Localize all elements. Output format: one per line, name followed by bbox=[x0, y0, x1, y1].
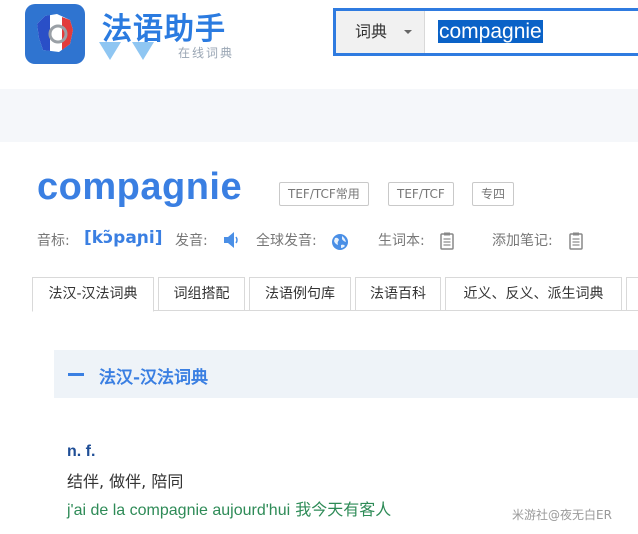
tab-more[interactable] bbox=[626, 277, 638, 311]
logo-decoration bbox=[99, 42, 121, 60]
phonetic: [kɔ̃paɲi] bbox=[84, 228, 163, 248]
note-icon[interactable] bbox=[569, 232, 583, 250]
global-pronounce-label: 全球发音: bbox=[256, 233, 317, 249]
chevron-down-icon bbox=[404, 30, 412, 34]
tab-fr-cn-dictionary[interactable]: 法汉-汉法词典 bbox=[32, 277, 154, 312]
tab-example-sentences[interactable]: 法语例句库 bbox=[249, 277, 351, 311]
tag-tef-tcf-common: TEF/TCF常用 bbox=[279, 182, 369, 206]
headword: compagnie bbox=[37, 166, 243, 208]
section-header[interactable]: 法汉-汉法词典 bbox=[54, 350, 638, 398]
search-mode-label: 词典 bbox=[355, 22, 388, 41]
search-mode-select[interactable]: 词典 bbox=[336, 11, 425, 53]
search-query: compagnie bbox=[438, 20, 543, 43]
logo-decoration bbox=[132, 42, 154, 60]
site-subtitle: 在线词典 bbox=[178, 46, 235, 60]
pronounce-label: 发音: bbox=[175, 233, 208, 249]
add-note-label: 添加笔记: bbox=[492, 233, 553, 249]
tab-synonyms[interactable]: 近义、反义、派生词典 bbox=[445, 277, 622, 311]
search-input[interactable]: compagnie bbox=[426, 11, 638, 53]
phonetic-label: 音标: bbox=[37, 233, 70, 249]
part-of-speech: n. f. bbox=[67, 443, 96, 460]
globe-icon[interactable] bbox=[331, 233, 349, 251]
example-chinese: 我今天有客人 bbox=[295, 500, 392, 519]
watermark: 米游社@夜无白ER bbox=[512, 508, 612, 522]
search-box: 词典 compagnie bbox=[333, 8, 638, 56]
example-sentence: j'ai de la compagnie aujourd'hui 我今天有客人 bbox=[67, 496, 391, 520]
definition: 结伴, 做伴, 陪同 bbox=[67, 472, 184, 491]
logo-icon[interactable] bbox=[25, 4, 85, 64]
example-french: j'ai de la compagnie aujourd'hui bbox=[67, 502, 291, 519]
nav-band bbox=[0, 89, 638, 142]
tab-phrases[interactable]: 词组搭配 bbox=[158, 277, 245, 311]
notebook-icon[interactable] bbox=[440, 232, 454, 250]
tag-tef-tcf: TEF/TCF bbox=[388, 182, 454, 206]
minus-icon[interactable] bbox=[68, 373, 84, 376]
tab-encyclopedia[interactable]: 法语百科 bbox=[355, 277, 441, 311]
section-title: 法汉-汉法词典 bbox=[99, 368, 209, 388]
speaker-icon[interactable] bbox=[223, 231, 239, 249]
tag-tem4: 专四 bbox=[472, 182, 515, 206]
wordbook-label: 生词本: bbox=[378, 233, 425, 249]
